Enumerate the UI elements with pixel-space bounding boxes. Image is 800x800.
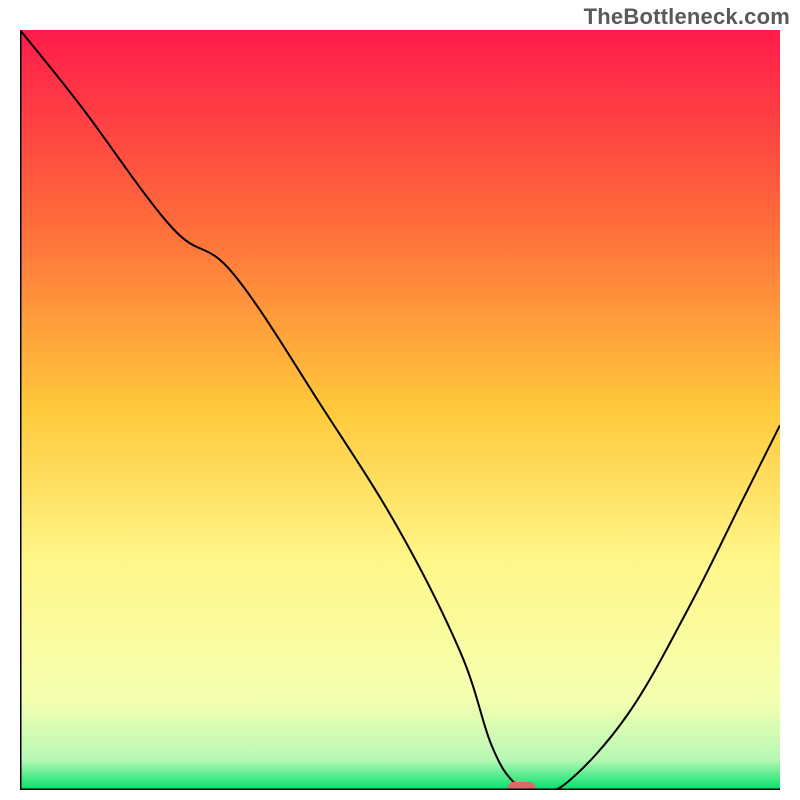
bottleneck-chart-svg <box>20 30 780 790</box>
gradient-background <box>20 30 780 790</box>
plot-area <box>20 30 780 790</box>
chart-frame: TheBottleneck.com <box>0 0 800 800</box>
watermark-label: TheBottleneck.com <box>584 4 790 30</box>
